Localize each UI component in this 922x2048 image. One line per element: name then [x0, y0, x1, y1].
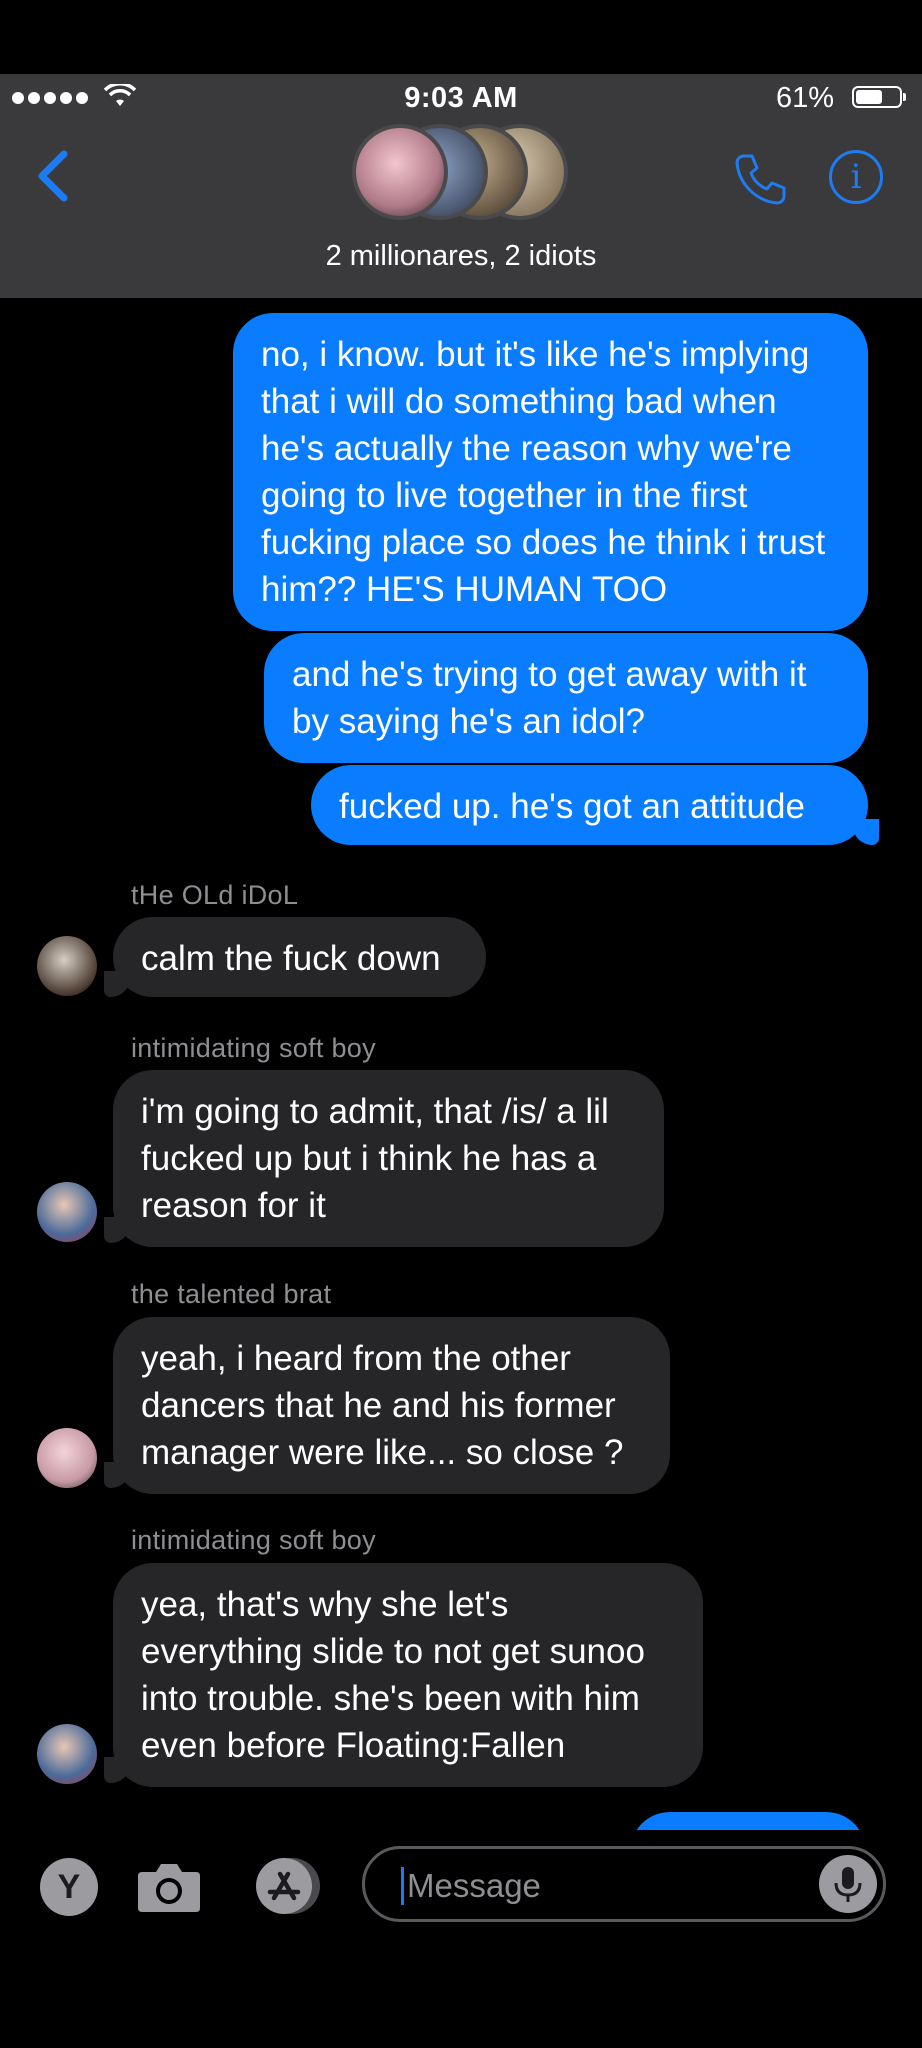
- sender-name: intimidating soft boy: [131, 1033, 376, 1063]
- bubble-tail: [853, 819, 879, 845]
- info-icon[interactable]: i: [829, 150, 883, 204]
- sender-name: intimidating soft boy: [131, 1525, 376, 1555]
- battery-icon: [852, 86, 906, 108]
- message-bubble-incoming[interactable]: i'm going to admit, that /is/ a lil fuck…: [113, 1070, 664, 1247]
- battery-percentage: 61%: [775, 82, 834, 114]
- microphone-icon[interactable]: [819, 1855, 877, 1913]
- sender-name: tHe OLd iDoL: [131, 880, 299, 910]
- message-bubble-incoming[interactable]: yeah, i heard from the other dancers tha…: [113, 1317, 670, 1494]
- bubble-tail: [104, 971, 130, 997]
- text-cursor: [401, 1867, 404, 1905]
- message-input[interactable]: Message: [362, 1846, 886, 1922]
- bubble-tail: [104, 1217, 130, 1243]
- bubble-tail: [104, 1757, 130, 1783]
- avatar: [352, 124, 448, 220]
- app-store-icon[interactable]: [248, 1856, 326, 1916]
- avatar[interactable]: [37, 936, 97, 996]
- message-bubble-outgoing[interactable]: fucked up. he's got an attitude: [311, 765, 868, 845]
- avatar[interactable]: [37, 1182, 97, 1242]
- camera-icon[interactable]: [136, 1858, 202, 1914]
- back-chevron-icon[interactable]: [30, 146, 80, 206]
- message-bubble-outgoing[interactable]: and he's trying to get away with it by s…: [264, 633, 868, 763]
- phone-icon[interactable]: [732, 150, 790, 208]
- message-bubble-incoming[interactable]: yea, that's why she let's everything sli…: [113, 1563, 703, 1787]
- message-bubble-outgoing[interactable]: no, i know. but it's like he's implying …: [233, 313, 868, 631]
- message-bubble-incoming[interactable]: calm the fuck down: [113, 917, 486, 997]
- apps-button[interactable]: Y: [40, 1858, 98, 1916]
- message-placeholder: Message: [407, 1867, 541, 1904]
- sender-name: the talented brat: [131, 1279, 332, 1309]
- group-avatars[interactable]: [352, 122, 572, 226]
- conversation-title[interactable]: 2 millionares, 2 idiots: [0, 240, 922, 273]
- avatar[interactable]: [37, 1428, 97, 1488]
- avatar[interactable]: [37, 1724, 97, 1784]
- status-bar: 9:03 AM 61%: [0, 74, 922, 120]
